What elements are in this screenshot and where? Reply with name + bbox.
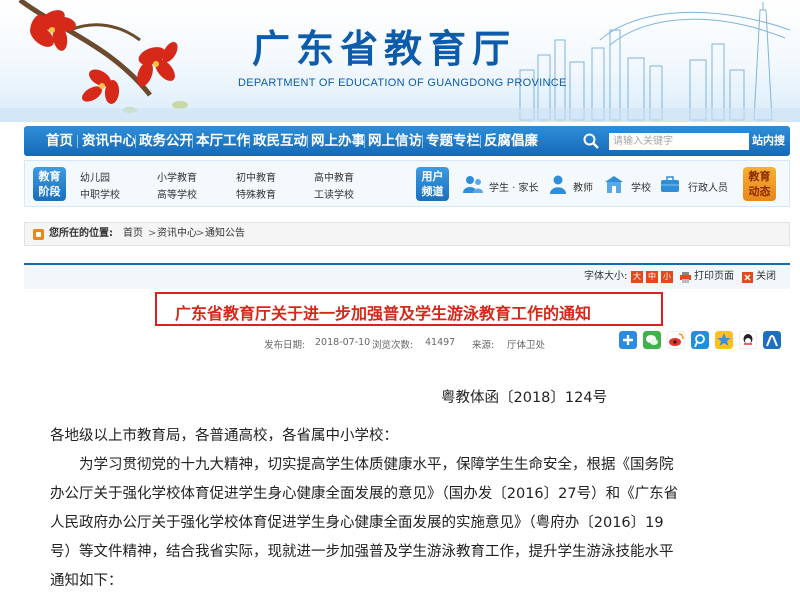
badge-line: 频道 xyxy=(421,185,444,198)
source-label: 来源: xyxy=(472,340,495,351)
stage-link-kindergarten[interactable]: 幼儿园 xyxy=(80,169,110,184)
close-page-button[interactable]: 关闭 xyxy=(756,265,776,289)
nav-item-interaction[interactable]: 政民互动 xyxy=(253,126,307,156)
font-size-medium-button[interactable]: 中 xyxy=(646,271,658,283)
stage-link-reform-school[interactable]: 工读学校 xyxy=(314,186,354,201)
body-paragraph-line: 各地级以上市教育局，各普通高校，各省属中小学校： xyxy=(50,428,398,444)
education-stage-badge: 教育 阶段 xyxy=(33,167,66,201)
nav-divider xyxy=(135,135,136,148)
nav-item-online-service[interactable]: 网上办事 xyxy=(311,126,365,156)
nav-divider xyxy=(422,135,423,148)
print-page-button[interactable]: 打印页面 xyxy=(694,265,734,289)
qq-icon[interactable] xyxy=(739,331,757,349)
nav-item-news[interactable]: 资讯中心 xyxy=(82,126,136,156)
font-size-small-button[interactable]: 小 xyxy=(661,271,673,283)
breadcrumb-home[interactable]: 首页 xyxy=(123,223,143,245)
nav-item-anti-corruption[interactable]: 反腐倡廉 xyxy=(484,126,538,156)
breadcrumb: 您所在的位置: 首页 > 资讯中心 > 通知公告 xyxy=(24,222,790,246)
share-more-icon[interactable] xyxy=(619,331,637,349)
school-icon xyxy=(605,176,623,193)
document-number: 粤教体函〔2018〕124号 xyxy=(441,390,608,406)
font-size-label: 字体大小: xyxy=(584,271,628,282)
location-icon xyxy=(33,229,44,240)
body-paragraph-line: 通知如下： xyxy=(50,573,123,589)
nav-divider xyxy=(480,135,481,148)
badge-line: 用户 xyxy=(421,170,444,183)
user-link-students-parents[interactable]: 学生 · 家长 xyxy=(489,179,539,194)
teacher-icon xyxy=(550,175,566,194)
article-title: 广东省教育厅关于进一步加强普及学生游泳教育工作的通知 xyxy=(175,304,592,323)
main-nav: 首页 资讯中心 政务公开 本厅工作 政民互动 网上办事 网上信访 专题专栏 反腐… xyxy=(24,126,790,177)
close-icon xyxy=(742,272,753,283)
article-tools-bar: 字体大小: 大 中 小 打印页面 关闭 xyxy=(24,263,790,289)
nav-divider xyxy=(192,135,193,148)
body-paragraph-line: 办公厅关于强化学校体育促进学生身心健康全面发展的意见》（国办发〔2016〕27号… xyxy=(50,486,679,502)
education-news-badge[interactable]: 教育 动态 xyxy=(743,167,776,201)
nav-item-petition[interactable]: 网上信访 xyxy=(368,126,422,156)
user-link-administrators[interactable]: 行政人员 xyxy=(688,179,728,194)
nav-divider xyxy=(307,135,308,148)
briefcase-icon xyxy=(661,176,679,192)
breadcrumb-separator: > xyxy=(196,228,205,239)
stage-link-senior-high[interactable]: 高中教育 xyxy=(314,169,354,184)
site-title: 广东省教育厅 xyxy=(252,26,517,71)
stage-link-higher-ed[interactable]: 高等学校 xyxy=(157,186,197,201)
badge-line: 动态 xyxy=(748,185,771,198)
nav-divider xyxy=(249,135,250,148)
print-icon xyxy=(680,272,691,283)
publish-date-label: 发布日期: xyxy=(264,340,306,351)
nav-divider xyxy=(77,135,78,148)
publish-date: 2018-07-10 xyxy=(315,337,371,348)
badge-line: 教育 xyxy=(748,170,771,183)
breadcrumb-notices[interactable]: 通知公告 xyxy=(205,223,245,245)
site-subtitle: DEPARTMENT OF EDUCATION OF GUANGDONG PRO… xyxy=(238,77,567,89)
site-search-button[interactable]: 站内搜索 xyxy=(752,126,790,177)
body-paragraph-line: 号）等文件精神，结合我省实际，现就进一步加强普及学生游泳教育工作，提升学生游泳技… xyxy=(50,544,674,560)
breadcrumb-news-center[interactable]: 资讯中心 xyxy=(157,223,197,245)
nav-item-dept-work[interactable]: 本厅工作 xyxy=(196,126,250,156)
nav-item-home[interactable]: 首页 xyxy=(46,126,73,156)
qzone-icon[interactable] xyxy=(715,331,733,349)
weibo-icon[interactable] xyxy=(667,331,685,349)
breadcrumb-separator: > xyxy=(148,228,157,239)
nav-item-gov-affairs[interactable]: 政务公开 xyxy=(139,126,193,156)
nav-item-special-topics[interactable]: 专题专栏 xyxy=(426,126,480,156)
tencent-weibo-icon[interactable] xyxy=(691,331,709,349)
stage-link-primary[interactable]: 小学教育 xyxy=(157,169,197,184)
body-paragraph-line: 人民政府办公厅关于强化学校体育促进学生身心健康全面发展的实施意见》（粤府办〔20… xyxy=(50,515,664,531)
body-paragraph-line: 为学习贯彻党的十九大精神，切实提高学生体质健康水平，保障学生生命安全，根据《国务… xyxy=(50,457,674,473)
stage-link-special-ed[interactable]: 特殊教育 xyxy=(236,186,276,201)
stage-link-vocational[interactable]: 中职学校 xyxy=(80,186,120,201)
nav-divider xyxy=(364,135,365,148)
renren-icon[interactable] xyxy=(763,331,781,349)
stage-link-junior-high[interactable]: 初中教育 xyxy=(236,169,276,184)
search-input[interactable] xyxy=(609,133,749,150)
views-label: 浏览次数: xyxy=(372,340,414,351)
article-source: 厅体卫处 xyxy=(507,340,546,351)
student-parent-icon xyxy=(463,176,483,193)
site-banner: 广东省教育厅 DEPARTMENT OF EDUCATION OF GUANGD… xyxy=(0,0,800,122)
user-channel-badge: 用户 频道 xyxy=(416,167,449,201)
badge-line: 阶段 xyxy=(38,185,61,198)
search-icon xyxy=(583,133,599,149)
user-link-teachers[interactable]: 教师 xyxy=(573,179,593,194)
breadcrumb-label: 您所在的位置: xyxy=(49,228,113,239)
font-size-large-button[interactable]: 大 xyxy=(631,271,643,283)
badge-line: 教育 xyxy=(38,170,61,183)
wechat-icon[interactable] xyxy=(643,331,661,349)
education-stage-bar: 教育 阶段 幼儿园 小学教育 初中教育 高中教育 中职学校 高等学校 特殊教育 … xyxy=(24,160,790,207)
user-link-schools[interactable]: 学校 xyxy=(631,179,651,194)
views-count: 41497 xyxy=(425,337,456,348)
kapok-flower-graphic xyxy=(18,0,188,113)
